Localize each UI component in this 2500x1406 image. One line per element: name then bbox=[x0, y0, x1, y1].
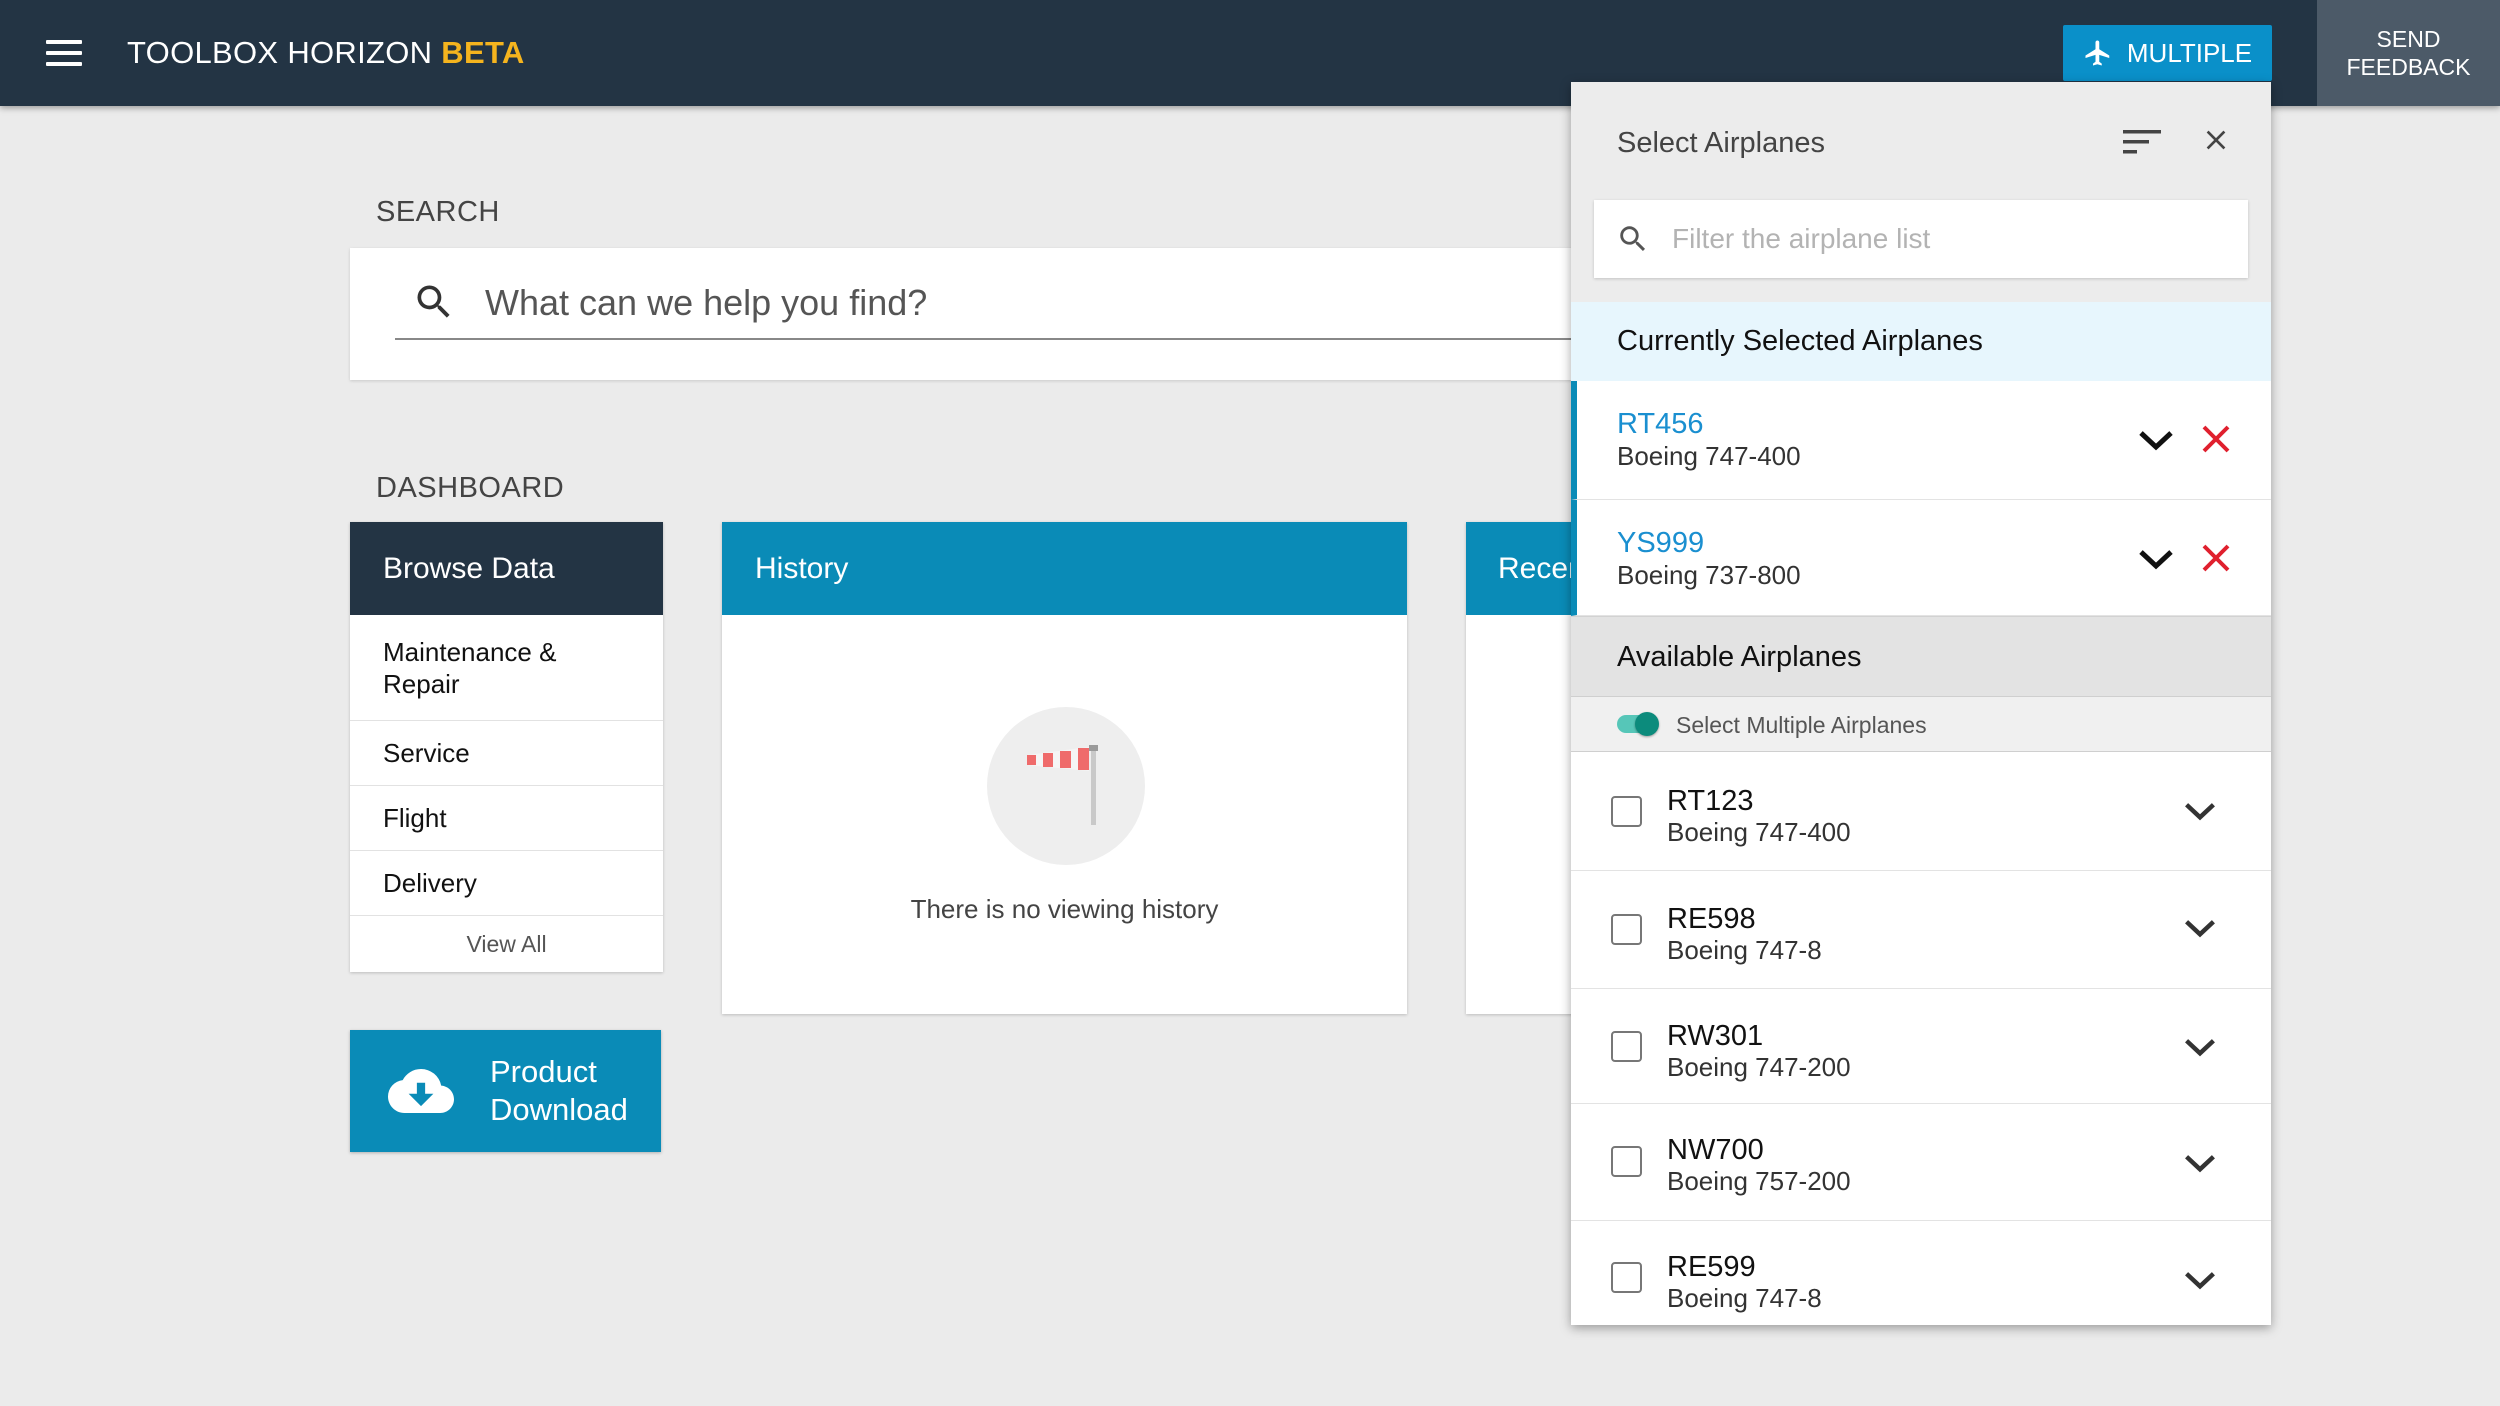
chevron-down-icon[interactable] bbox=[2183, 800, 2217, 822]
app-title-text: TOOLBOX HORIZON bbox=[127, 35, 433, 70]
search-icon bbox=[417, 285, 450, 318]
panel-header: Select Airplanes bbox=[1571, 82, 2271, 302]
empty-history-message: There is no viewing history bbox=[910, 894, 1219, 924]
airplane-checkbox[interactable] bbox=[1611, 1262, 1642, 1293]
multi-select-label: Select Multiple Airplanes bbox=[1676, 712, 1927, 738]
airplane-checkbox[interactable] bbox=[1611, 796, 1642, 827]
browse-item-flight[interactable]: Flight bbox=[350, 786, 663, 851]
filter-airplane-input[interactable] bbox=[1672, 218, 2232, 260]
history-title: History bbox=[722, 522, 1407, 615]
airplane-code[interactable]: RT456 bbox=[1617, 408, 1704, 441]
menu-icon[interactable] bbox=[46, 40, 82, 66]
product-download-line2: Download bbox=[490, 1092, 628, 1127]
send-feedback-line2: FEEDBACK bbox=[2346, 54, 2471, 80]
chevron-down-icon[interactable] bbox=[2183, 1036, 2217, 1058]
chevron-down-icon[interactable] bbox=[2183, 917, 2217, 939]
selected-airplane-row[interactable]: RT456 Boeing 747-400 bbox=[1571, 381, 2271, 500]
search-input[interactable] bbox=[485, 278, 1385, 328]
windsock-icon bbox=[1027, 745, 1098, 825]
available-airplane-row[interactable]: RT123 Boeing 747-400 bbox=[1571, 752, 2271, 871]
panel-title: Select Airplanes bbox=[1617, 127, 1825, 159]
app-title: TOOLBOX HORIZON BETA bbox=[127, 35, 525, 71]
browse-item-label: Flight bbox=[383, 802, 447, 833]
airplane-code: NW700 bbox=[1667, 1134, 1764, 1166]
airplane-model: Boeing 747-8 bbox=[1667, 935, 1822, 965]
browse-item-label: Maintenance & Repair bbox=[383, 636, 557, 699]
select-airplanes-panel: Select Airplanes Currently Selected Airp… bbox=[1571, 82, 2271, 1325]
airplane-checkbox[interactable] bbox=[1611, 914, 1642, 945]
available-airplane-row[interactable]: NW700 Boeing 757-200 bbox=[1571, 1104, 2271, 1221]
currently-selected-heading: Currently Selected Airplanes bbox=[1571, 302, 2271, 381]
airplane-code: RE599 bbox=[1667, 1251, 1756, 1283]
airplane-model: Boeing 757-200 bbox=[1667, 1166, 1851, 1196]
browse-item-delivery[interactable]: Delivery bbox=[350, 851, 663, 916]
send-feedback-line1: SEND bbox=[2376, 26, 2441, 52]
chevron-down-icon[interactable] bbox=[2183, 1152, 2217, 1174]
airplane-model: Boeing 737-800 bbox=[1617, 560, 1801, 590]
remove-airplane-icon[interactable] bbox=[2201, 424, 2231, 454]
filter-box bbox=[1594, 200, 2248, 278]
browse-item-service[interactable]: Service bbox=[350, 721, 663, 786]
multiple-button-label: MULTIPLE bbox=[2126, 37, 2253, 68]
search-section-label: SEARCH bbox=[376, 196, 500, 228]
sort-icon[interactable] bbox=[2123, 127, 2161, 157]
product-download-line1: Product bbox=[490, 1054, 597, 1089]
browse-item-label: Delivery bbox=[383, 867, 477, 898]
airplane-code: RE598 bbox=[1667, 903, 1756, 935]
airplane-model: Boeing 747-400 bbox=[1617, 441, 1801, 471]
airplane-code: RW301 bbox=[1667, 1020, 1764, 1052]
search-underline bbox=[395, 338, 1590, 340]
airplane-checkbox[interactable] bbox=[1611, 1031, 1642, 1062]
product-download-button[interactable]: Product Download bbox=[350, 1030, 661, 1152]
dashboard-section-label: DASHBOARD bbox=[376, 472, 565, 504]
view-all-link[interactable]: View All bbox=[350, 916, 663, 972]
available-airplane-row[interactable]: RE599 Boeing 747-8 bbox=[1571, 1221, 2271, 1325]
available-airplane-row[interactable]: RW301 Boeing 747-200 bbox=[1571, 989, 2271, 1104]
remove-airplane-icon[interactable] bbox=[2201, 543, 2231, 573]
airplane-model: Boeing 747-400 bbox=[1667, 817, 1851, 847]
multi-select-row: Select Multiple Airplanes bbox=[1571, 696, 2271, 752]
airplane-model: Boeing 747-200 bbox=[1667, 1052, 1851, 1082]
beta-badge: BETA bbox=[441, 35, 525, 70]
airplane-code: RT123 bbox=[1667, 785, 1754, 817]
browse-item-label: Service bbox=[383, 737, 470, 768]
browse-item-maintenance-repair[interactable]: Maintenance & Repair bbox=[350, 615, 663, 721]
chevron-down-icon[interactable] bbox=[2137, 547, 2175, 571]
chevron-down-icon[interactable] bbox=[2137, 428, 2175, 452]
empty-state-illustration bbox=[987, 707, 1145, 865]
browse-data-title: Browse Data bbox=[350, 522, 663, 615]
browse-data-card: Browse Data Maintenance & Repair Service… bbox=[350, 522, 663, 972]
airplane-code[interactable]: YS999 bbox=[1617, 527, 1704, 560]
search-card bbox=[350, 248, 1590, 380]
airplane-model: Boeing 747-8 bbox=[1667, 1283, 1822, 1313]
selected-airplane-row[interactable]: YS999 Boeing 737-800 bbox=[1571, 500, 2271, 616]
available-airplane-row[interactable]: RE598 Boeing 747-8 bbox=[1571, 871, 2271, 989]
cloud-download-icon bbox=[388, 1069, 454, 1113]
history-card: History There is no viewing history bbox=[722, 522, 1407, 1014]
available-airplanes-heading: Available Airplanes bbox=[1571, 616, 2271, 696]
airplane-checkbox[interactable] bbox=[1611, 1146, 1642, 1177]
multiple-airplanes-button[interactable]: MULTIPLE bbox=[2063, 25, 2272, 81]
send-feedback-button[interactable]: SEND FEEDBACK bbox=[2317, 0, 2500, 106]
multi-select-toggle[interactable] bbox=[1617, 712, 1659, 736]
airplane-icon bbox=[2085, 40, 2110, 66]
search-icon bbox=[1620, 226, 1646, 252]
close-icon[interactable] bbox=[2200, 124, 2232, 156]
chevron-down-icon[interactable] bbox=[2183, 1269, 2217, 1291]
